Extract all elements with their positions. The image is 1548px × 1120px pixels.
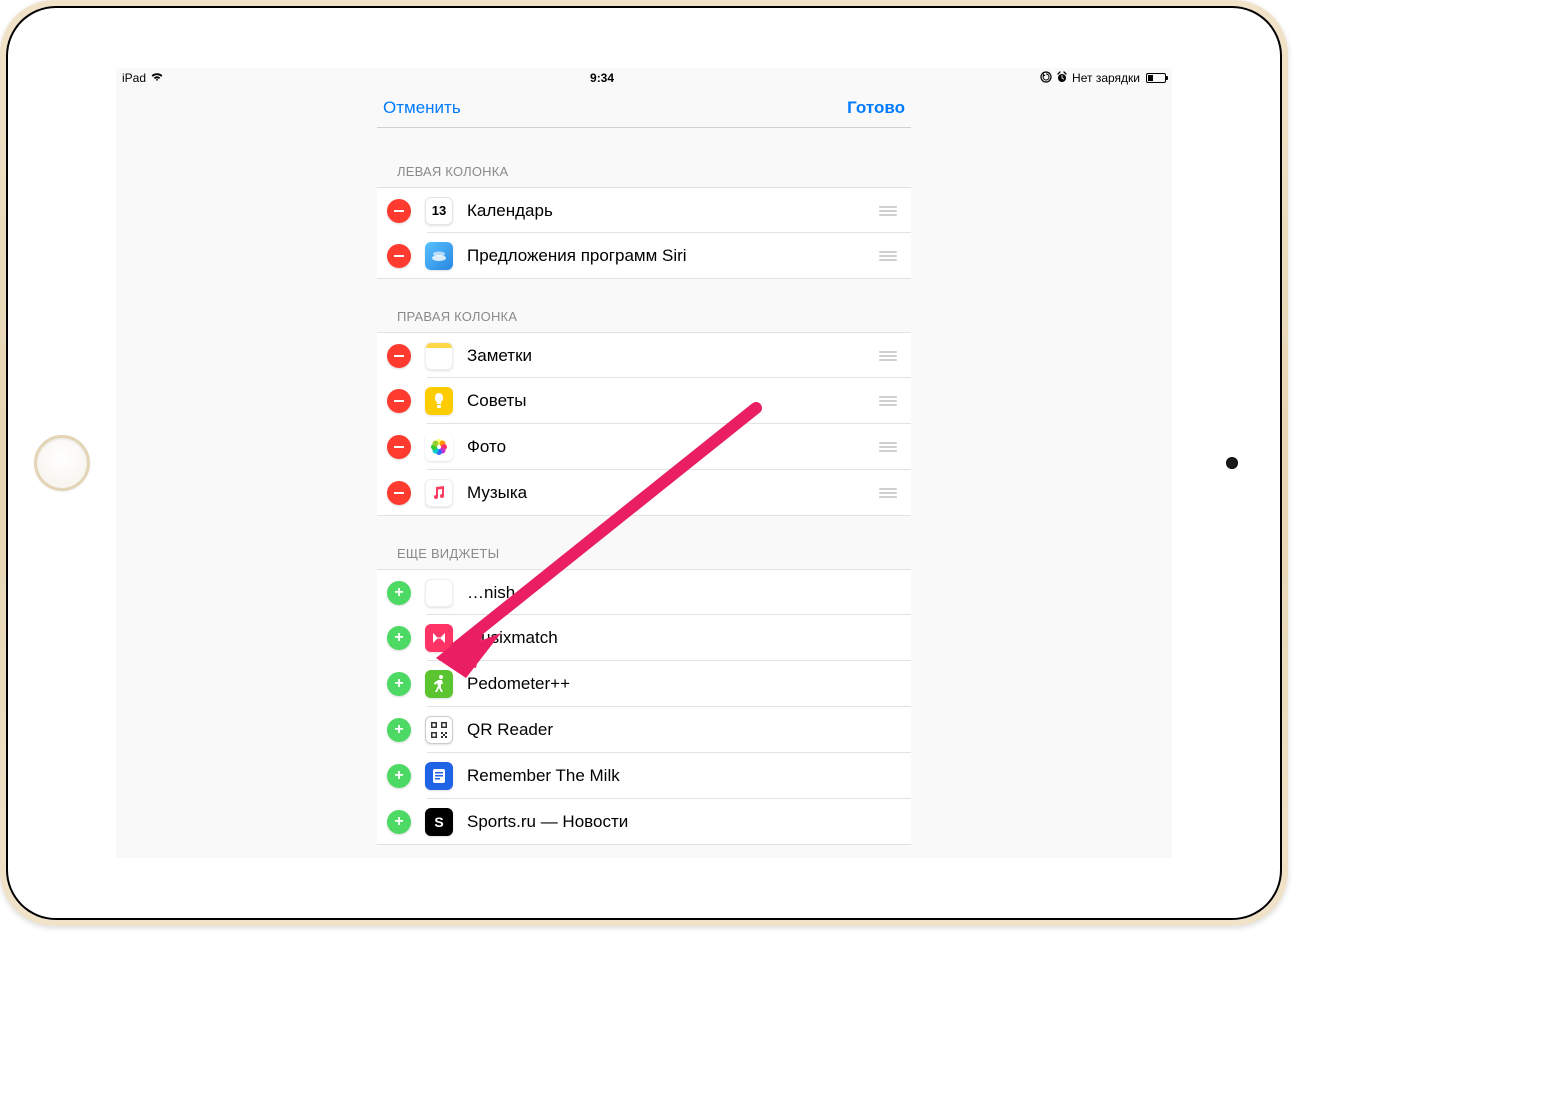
qr-icon: [425, 716, 453, 744]
widget-row-musixmatch: + Musixmatch: [377, 615, 911, 661]
remove-button[interactable]: [387, 481, 411, 505]
siri-icon: [425, 242, 453, 270]
sports-icon: S: [425, 808, 453, 836]
clock: 9:34: [164, 71, 1040, 85]
device-label: iPad: [122, 71, 146, 85]
notes-icon: [425, 342, 453, 370]
widget-row-photos: Фото: [377, 424, 911, 470]
widget-row-notes: Заметки: [377, 332, 911, 378]
battery-icon: [1146, 73, 1166, 83]
remove-button[interactable]: [387, 199, 411, 223]
content: ЛЕВАЯ КОЛОНКА 13 Календарь: [377, 128, 911, 845]
widget-label: QR Reader: [467, 720, 901, 740]
drag-handle[interactable]: [879, 251, 901, 261]
add-button[interactable]: +: [387, 810, 411, 834]
widget-row-sports: + S Sports.ru — Новости: [377, 799, 911, 845]
widget-row-pedometer: + Pedometer++: [377, 661, 911, 707]
home-button[interactable]: [34, 435, 90, 491]
remove-button[interactable]: [387, 344, 411, 368]
charging-label: Нет зарядки: [1072, 71, 1140, 85]
calendar-icon: 13: [425, 197, 453, 225]
widget-row-qrreader: + QR Reader: [377, 707, 911, 753]
widget-label: Pedometer++: [467, 674, 901, 694]
alarm-icon: [1056, 71, 1068, 86]
wifi-icon: [150, 72, 164, 85]
left-column-group: 13 Календарь Предложения программ Siri: [377, 187, 911, 279]
more-widgets-group: + …nish + Musixmatch +: [377, 569, 911, 845]
add-button[interactable]: +: [387, 764, 411, 788]
section-header-right: ПРАВАЯ КОЛОНКА: [377, 279, 911, 332]
nav-bar: Отменить Готово: [377, 88, 911, 128]
widget-label: Sports.ru — Новости: [467, 812, 901, 832]
app-icon: [425, 579, 453, 607]
status-left: iPad: [122, 71, 164, 85]
photos-icon: [425, 433, 453, 461]
rotation-lock-icon: [1040, 71, 1052, 86]
status-right: Нет зарядки: [1040, 71, 1166, 86]
ipad-bezel: iPad 9:34 Нет зарядки: [0, 0, 1288, 926]
tips-icon: [425, 387, 453, 415]
remove-button[interactable]: [387, 435, 411, 459]
drag-handle[interactable]: [879, 442, 901, 452]
widget-label: Фото: [467, 437, 865, 457]
widget-row-calendar: 13 Календарь: [377, 187, 911, 233]
add-button[interactable]: +: [387, 626, 411, 650]
add-button[interactable]: +: [387, 718, 411, 742]
widget-label: …nish: [467, 583, 901, 603]
right-column-group: Заметки Советы: [377, 332, 911, 516]
drag-handle[interactable]: [879, 396, 901, 406]
drag-handle[interactable]: [879, 206, 901, 216]
add-button[interactable]: +: [387, 581, 411, 605]
widget-row-rtm: + Remember The Milk: [377, 753, 911, 799]
widget-label: Музыка: [467, 483, 865, 503]
drag-handle[interactable]: [879, 351, 901, 361]
widget-row-tips: Советы: [377, 378, 911, 424]
section-header-more: ЕЩЕ ВИДЖЕТЫ: [377, 516, 911, 569]
widget-row-music: Музыка: [377, 470, 911, 516]
widget-row-wunish: + …nish: [377, 569, 911, 615]
screen: iPad 9:34 Нет зарядки: [116, 68, 1172, 858]
pedometer-icon: [425, 670, 453, 698]
widget-label: Заметки: [467, 346, 865, 366]
widget-label: Предложения программ Siri: [467, 246, 865, 266]
widget-label: Remember The Milk: [467, 766, 901, 786]
ipad-face: iPad 9:34 Нет зарядки: [8, 8, 1280, 918]
status-bar: iPad 9:34 Нет зарядки: [116, 68, 1172, 88]
camera-icon: [1226, 457, 1238, 469]
rtm-icon: [425, 762, 453, 790]
musixmatch-icon: [425, 624, 453, 652]
add-button[interactable]: +: [387, 672, 411, 696]
remove-button[interactable]: [387, 244, 411, 268]
widget-label: Musixmatch: [467, 628, 901, 648]
section-header-left: ЛЕВАЯ КОЛОНКА: [377, 128, 911, 187]
widget-label: Советы: [467, 391, 865, 411]
ipad-bezel-edge: iPad 9:34 Нет зарядки: [6, 6, 1282, 920]
widget-label: Календарь: [467, 201, 865, 221]
cancel-button[interactable]: Отменить: [381, 94, 463, 122]
done-button[interactable]: Готово: [845, 94, 907, 122]
widget-row-siri: Предложения программ Siri: [377, 233, 911, 279]
remove-button[interactable]: [387, 389, 411, 413]
drag-handle[interactable]: [879, 488, 901, 498]
music-icon: [425, 479, 453, 507]
